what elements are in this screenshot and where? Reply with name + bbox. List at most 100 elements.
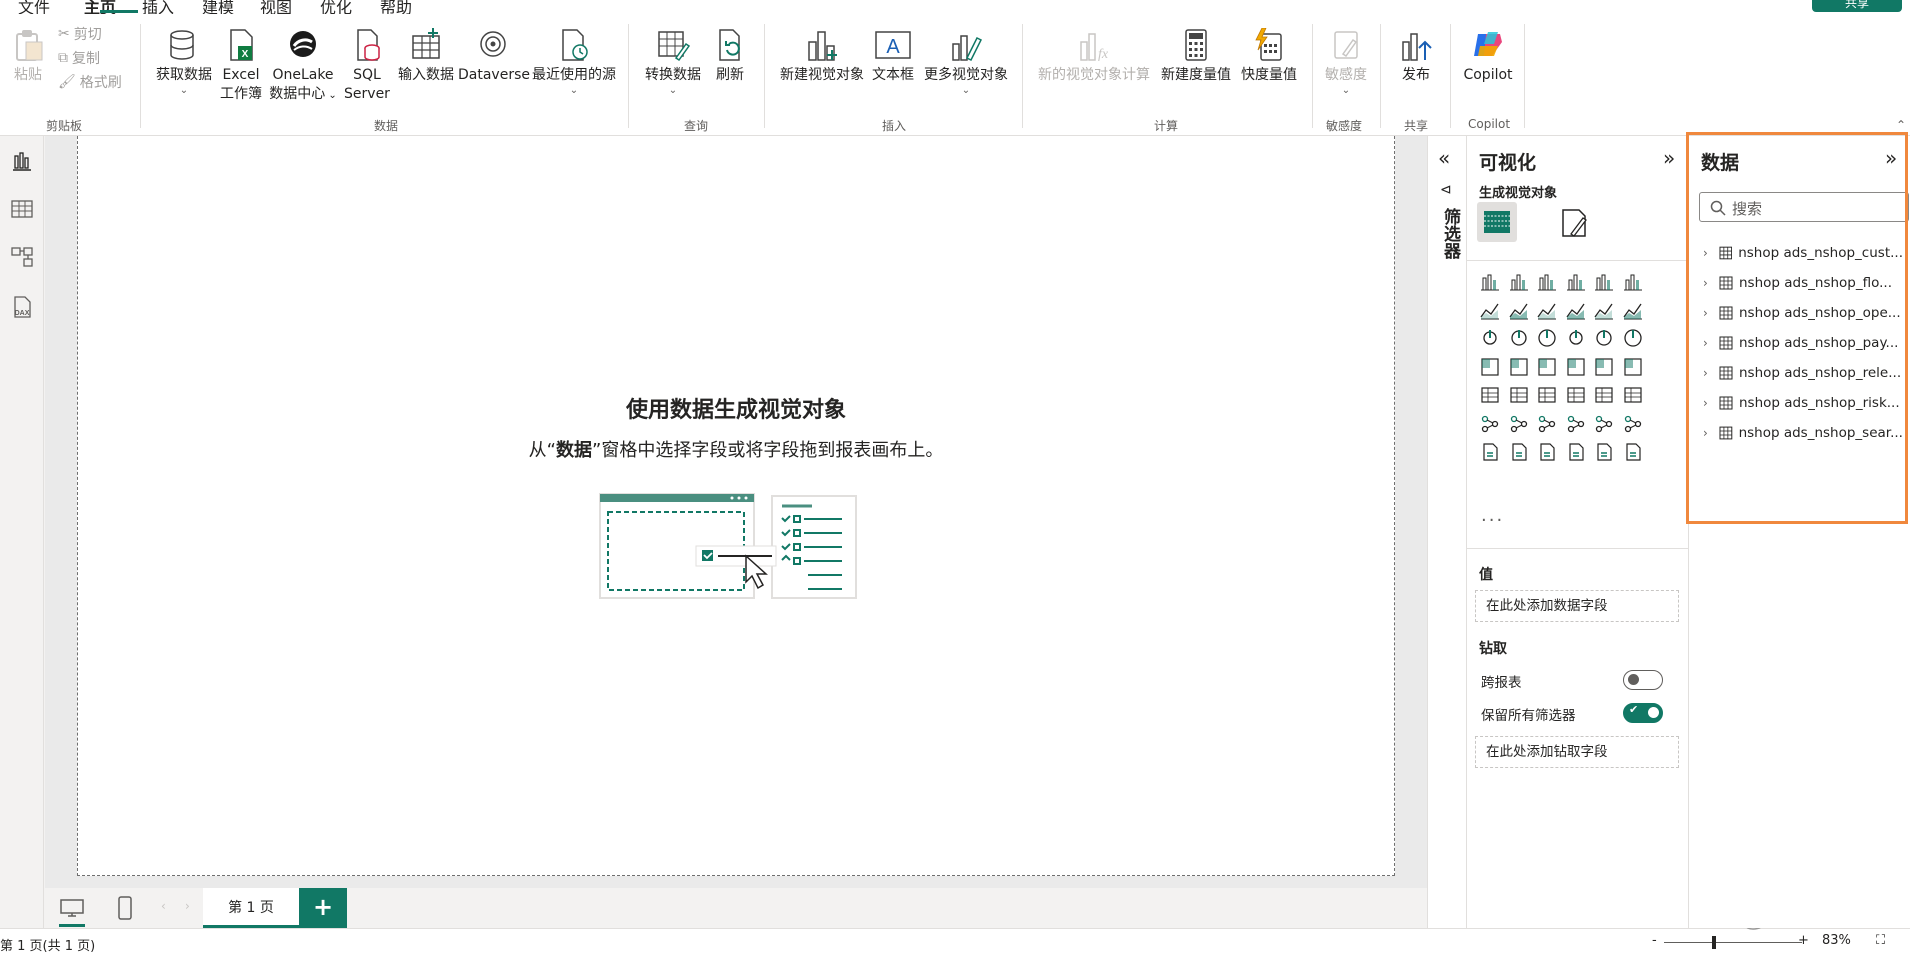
donut-visual-icon[interactable] — [1622, 327, 1644, 349]
transform-data-button[interactable]: 转换数据 ⌄ — [638, 28, 708, 97]
paste-button[interactable]: 粘贴 — [8, 28, 48, 85]
prev-page-icon[interactable]: ‹ — [161, 899, 166, 913]
chevron-right-icon[interactable]: › — [1703, 336, 1717, 350]
drillthrough-drop-zone[interactable]: 在此处添加钻取字段 — [1475, 736, 1679, 768]
metrics-visual-icon[interactable] — [1565, 441, 1587, 463]
zoom-slider-track[interactable] — [1664, 942, 1802, 943]
tab-optimize[interactable]: 优化 — [320, 0, 352, 14]
paginated-visual-icon[interactable] — [1479, 441, 1501, 463]
text-box-button[interactable]: A 文本框 — [868, 28, 918, 85]
table-item[interactable]: › nshop ads_nshop_sear... — [1703, 420, 1903, 446]
chevron-right-icon[interactable]: › — [1703, 276, 1717, 290]
card-visual-icon[interactable] — [1622, 356, 1644, 378]
multirow-card-visual-icon[interactable] — [1479, 384, 1501, 406]
dataverse-button[interactable]: Dataverse — [458, 28, 530, 85]
clustered-column-visual-icon[interactable] — [1565, 270, 1587, 292]
power-apps-visual-icon[interactable] — [1508, 441, 1530, 463]
new-measure-button[interactable]: 新建度量值 — [1156, 28, 1236, 85]
slicer-visual-icon[interactable] — [1536, 384, 1558, 406]
values-drop-zone[interactable]: 在此处添加数据字段 — [1475, 590, 1679, 622]
dax-query-view-icon[interactable]: DAX — [9, 294, 35, 320]
tab-insert[interactable]: 插入 — [142, 0, 174, 14]
narrative-visual-icon[interactable] — [1593, 413, 1615, 435]
chevron-visual-icon[interactable] — [1622, 441, 1644, 463]
tab-view[interactable]: 视图 — [260, 0, 292, 14]
100-area-visual-icon[interactable] — [1565, 299, 1587, 321]
power-automate-visual-icon[interactable] — [1536, 441, 1558, 463]
scatter-visual-icon[interactable] — [1565, 327, 1587, 349]
fit-to-page-icon[interactable]: ⛶ — [1876, 933, 1885, 948]
diamond-visual-icon[interactable] — [1593, 441, 1615, 463]
get-data-button[interactable]: 获取数据 ⌄ — [150, 28, 218, 97]
python-visual-visual-icon[interactable] — [1479, 413, 1501, 435]
chevron-right-icon[interactable]: › — [1703, 366, 1717, 380]
more-visuals-ellipsis[interactable]: ··· — [1481, 510, 1504, 531]
sql-server-button[interactable]: SQL Server — [344, 28, 390, 104]
copy-button[interactable]: ⧉ 复制 — [58, 48, 100, 68]
table-view-icon[interactable] — [9, 196, 35, 222]
pie-visual-icon[interactable] — [1593, 327, 1615, 349]
line-clustered-visual-icon[interactable] — [1622, 299, 1644, 321]
chevron-right-icon[interactable]: › — [1703, 246, 1717, 260]
quick-measure-button[interactable]: 快度量值 — [1236, 28, 1302, 85]
new-visual-calculation-button[interactable]: fx 新的视觉对象计算 — [1032, 28, 1156, 85]
tab-modeling[interactable]: 建模 — [202, 0, 234, 14]
refresh-button[interactable]: 刷新 — [708, 28, 752, 85]
100-column-visual-icon[interactable] — [1622, 270, 1644, 292]
key-influencers-visual-icon[interactable] — [1508, 413, 1530, 435]
treemap-visual-icon[interactable] — [1479, 356, 1501, 378]
collapse-data-pane-icon[interactable]: » — [1885, 146, 1897, 170]
gauge-visual-icon[interactable] — [1593, 356, 1615, 378]
keep-filters-toggle[interactable]: ✔ — [1623, 703, 1663, 723]
line-visual-icon[interactable] — [1479, 299, 1501, 321]
azure-map-visual-icon[interactable] — [1565, 356, 1587, 378]
recent-sources-button[interactable]: 最近使用的源 ⌄ — [528, 28, 620, 97]
chevron-right-icon[interactable]: › — [1703, 396, 1717, 410]
stacked-bar-visual-icon[interactable] — [1479, 270, 1501, 292]
new-visual-button[interactable]: 新建视觉对象 — [776, 28, 868, 85]
build-visual-tab[interactable] — [1477, 202, 1517, 242]
table-item[interactable]: › nshop ads_nshop_pay... — [1703, 330, 1903, 356]
filters-pane-collapsed[interactable]: « ⊲ 筛选器 — [1427, 136, 1467, 928]
table-item[interactable]: › nshop ads_nshop_flo... — [1703, 270, 1903, 296]
waterfall-visual-icon[interactable] — [1508, 327, 1530, 349]
table-item[interactable]: › nshop ads_nshop_risk... — [1703, 390, 1903, 416]
collapse-ribbon-icon[interactable]: ⌃ — [1896, 118, 1906, 132]
table-item[interactable]: › nshop ads_nshop_ope... — [1703, 300, 1903, 326]
cut-button[interactable]: ✂ 剪切 — [58, 24, 102, 44]
collapse-visualizations-icon[interactable]: » — [1663, 146, 1675, 170]
cross-report-toggle[interactable] — [1623, 670, 1663, 690]
chevron-right-icon[interactable]: › — [1703, 306, 1717, 320]
onelake-hub-button[interactable]: OneLake 数据中心 ⌄ — [266, 28, 340, 105]
excel-workbook-button[interactable]: X Excel 工作簿 — [216, 28, 266, 104]
enter-data-button[interactable]: 输入数据 — [394, 28, 458, 85]
table-item[interactable]: › nshop ads_nshop_rele... — [1703, 360, 1903, 386]
add-page-button[interactable]: + — [299, 888, 347, 928]
model-view-icon[interactable] — [9, 244, 35, 270]
chevron-right-icon[interactable]: › — [1703, 426, 1717, 440]
mobile-layout-icon[interactable] — [117, 896, 133, 920]
stacked-column-visual-icon[interactable] — [1508, 270, 1530, 292]
qa-visual-icon[interactable] — [1565, 413, 1587, 435]
decomposition-tree-visual-icon[interactable] — [1536, 413, 1558, 435]
copilot-button[interactable]: Copilot — [1460, 28, 1516, 85]
goals-visual-icon[interactable] — [1622, 413, 1644, 435]
table-visual-icon[interactable] — [1565, 384, 1587, 406]
sensitivity-button[interactable]: 敏感度 ⌄ — [1318, 28, 1374, 97]
zoom-percent[interactable]: 83% — [1822, 933, 1851, 948]
desktop-layout-icon[interactable] — [59, 898, 85, 918]
tab-help[interactable]: 帮助 — [380, 0, 412, 14]
zoom-in-button[interactable]: + — [1798, 933, 1809, 948]
tab-file[interactable]: 文件 — [18, 0, 50, 14]
report-canvas[interactable]: 使用数据生成视觉对象 从“数据”窗格中选择字段或将字段拖到报表画布上。 — [77, 136, 1395, 876]
kpi-visual-icon[interactable] — [1508, 384, 1530, 406]
zoom-out-button[interactable]: - — [1652, 933, 1657, 948]
format-painter-button[interactable]: 🖌 格式刷 — [58, 72, 122, 92]
stacked-area-visual-icon[interactable] — [1536, 299, 1558, 321]
more-visuals-button[interactable]: 更多视觉对象 ⌄ — [918, 28, 1014, 97]
table-item[interactable]: › nshop ads_nshop_cust... — [1703, 240, 1903, 266]
clustered-bar-visual-icon[interactable] — [1536, 270, 1558, 292]
map-visual-icon[interactable] — [1508, 356, 1530, 378]
data-search-input[interactable]: 搜索 — [1699, 192, 1909, 222]
matrix-visual-icon[interactable] — [1593, 384, 1615, 406]
